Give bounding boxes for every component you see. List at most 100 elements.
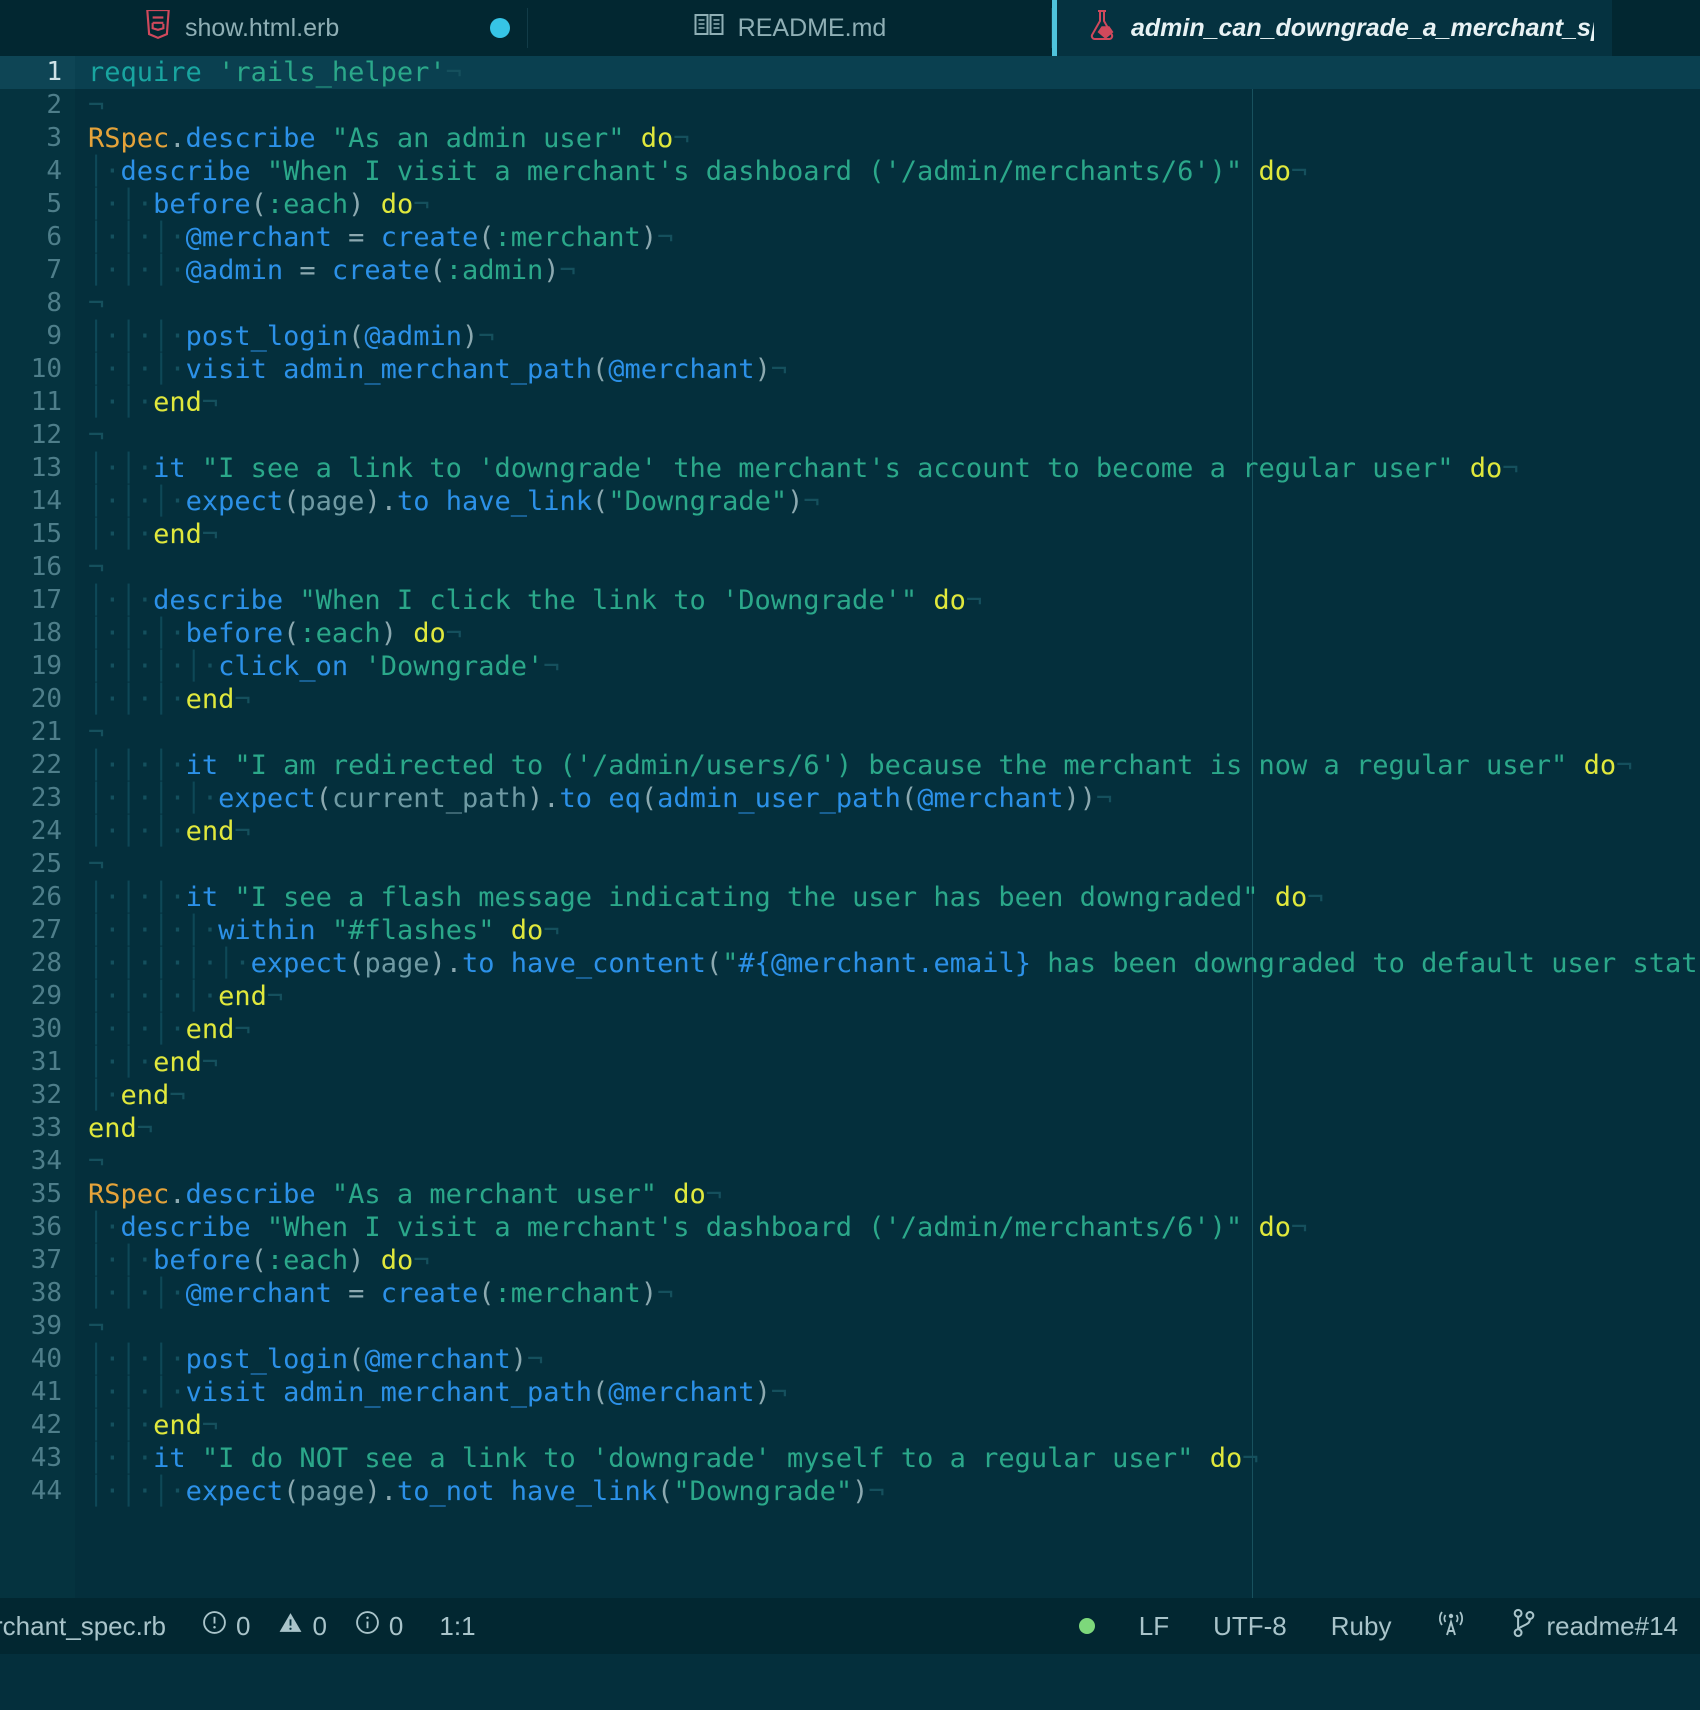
code-line[interactable]: 10 │·│·│·visit admin_merchant_path(@merch… [0,353,1700,386]
code-text: ¬ [88,849,105,880]
line-number: 26 [30,882,62,912]
code-line[interactable]: 35 RSpec.describe "As a merchant user" do… [0,1178,1700,1211]
code-line[interactable]: 36 │·describe "When I visit a merchant's … [0,1211,1700,1244]
code-line[interactable]: 12 ¬ [0,419,1700,452]
code-line[interactable]: 19 │·│·│·│·click_on 'Downgrade'¬ [0,650,1700,683]
line-number: 33 [30,1113,62,1143]
code-text: │·│·│·it "I am redirected to ('/admin/us… [88,750,1633,781]
code-line[interactable]: 8 ¬ [0,287,1700,320]
line-number: 42 [30,1410,62,1440]
code-line[interactable]: 26 │·│·│·it "I see a flash message indica… [0,881,1700,914]
code-line[interactable]: 34 ¬ [0,1145,1700,1178]
code-line[interactable]: 28 │·│·│·│·│·expect(page).to have_content… [0,947,1700,980]
status-git-branch[interactable]: readme#14 [1489,1608,1700,1645]
line-number: 4 [46,156,62,186]
code-line[interactable]: 33 end¬ [0,1112,1700,1145]
code-text: ¬ [88,1146,105,1177]
code-line[interactable]: 16 ¬ [0,551,1700,584]
code-content[interactable]: 1 require 'rails_helper'¬ 2 ¬ 3 RSpec.describ… [0,56,1700,1508]
line-number: 5 [46,189,62,219]
code-line[interactable]: 30 │·│·│·end¬ [0,1013,1700,1046]
code-text: ¬ [88,90,105,121]
code-text: end¬ [88,1113,154,1144]
code-line[interactable]: 15 │·│·end¬ [0,518,1700,551]
code-text: │·│·│·end¬ [88,684,251,715]
code-line[interactable]: 38 │·│·│·@merchant = create(:merchant)¬ [0,1277,1700,1310]
status-filename[interactable]: rchant_spec.rb [0,1611,188,1642]
code-line[interactable]: 18 │·│·│·before(:each) do¬ [0,617,1700,650]
code-line[interactable]: 5 │·│·before(:each) do¬ [0,188,1700,221]
code-line[interactable]: 24 │·│·│·end¬ [0,815,1700,848]
line-number: 24 [30,816,62,846]
code-line[interactable]: 25 ¬ [0,848,1700,881]
status-language[interactable]: Ruby [1309,1611,1414,1642]
code-text: │·│·│·│·end¬ [88,981,284,1012]
code-line[interactable]: 11 │·│·end¬ [0,386,1700,419]
status-warnings[interactable]: 0 [264,1610,340,1642]
line-number: 44 [30,1476,62,1506]
code-editor[interactable]: 1 require 'rails_helper'¬ 2 ¬ 3 RSpec.describ… [0,56,1700,1654]
code-line[interactable]: 3 RSpec.describe "As an admin user" do¬ [0,122,1700,155]
code-text: │·│·│·│·│·expect(page).to have_content("… [88,948,1700,979]
code-line[interactable]: 7 │·│·│·@admin = create(:admin)¬ [0,254,1700,287]
code-line[interactable]: 44 │·│·│·expect(page).to_not have_link("D… [0,1475,1700,1508]
code-line[interactable]: 41 │·│·│·visit admin_merchant_path(@merch… [0,1376,1700,1409]
code-line[interactable]: 39 ¬ [0,1310,1700,1343]
line-number: 36 [30,1212,62,1242]
line-number: 15 [30,519,62,549]
code-text: │·│·│·end¬ [88,816,251,847]
status-sync-indicator[interactable] [1057,1618,1117,1634]
code-line[interactable]: 14 │·│·│·expect(page).to have_link("Downg… [0,485,1700,518]
status-infos[interactable]: 0 [341,1610,417,1642]
tab-show-html-erb[interactable]: show.html.erb [0,0,528,56]
tab-readme-md[interactable]: README.md [528,0,1052,56]
line-number: 28 [30,948,62,978]
code-text: │·│·│·expect(page).to_not have_link("Dow… [88,1476,885,1507]
code-line[interactable]: 9 │·│·│·post_login(@admin)¬ [0,320,1700,353]
tab-admin-can-downgrade-spec[interactable]: admin_can_downgrade_a_merchant_sp… [1052,0,1612,56]
line-number: 31 [30,1047,62,1077]
code-text: │·describe "When I visit a merchant's da… [88,156,1308,187]
code-line[interactable]: 29 │·│·│·│·end¬ [0,980,1700,1013]
code-line[interactable]: 31 │·│·end¬ [0,1046,1700,1079]
line-number: 39 [30,1311,62,1341]
line-number: 8 [46,288,62,318]
code-line[interactable]: 6 │·│·│·@merchant = create(:merchant)¬ [0,221,1700,254]
code-line[interactable]: 22 │·│·│·it "I am redirected to ('/admin/… [0,749,1700,782]
code-line[interactable]: 42 │·│·end¬ [0,1409,1700,1442]
code-line[interactable]: 32 │·end¬ [0,1079,1700,1112]
code-line[interactable]: 17 │·│·describe "When I click the link to… [0,584,1700,617]
code-line[interactable]: 40 │·│·│·post_login(@merchant)¬ [0,1343,1700,1376]
code-text: ¬ [88,288,105,319]
status-errors[interactable]: 0 [188,1610,264,1642]
line-number: 27 [30,915,62,945]
line-number: 3 [46,123,62,153]
line-number: 19 [30,651,62,681]
tab-label: show.html.erb [185,13,340,42]
line-number: 10 [30,354,62,384]
line-number: 11 [30,387,62,417]
status-cursor-position[interactable]: 1:1 [417,1611,497,1642]
code-line[interactable]: 1 require 'rails_helper'¬ [0,56,1700,89]
code-line[interactable]: 4 │·describe "When I visit a merchant's d… [0,155,1700,188]
code-text: │·│·│·│·within "#flashes" do¬ [88,915,560,946]
error-count: 0 [235,1610,251,1641]
code-line[interactable]: 37 │·│·before(:each) do¬ [0,1244,1700,1277]
code-line[interactable]: 20 │·│·│·end¬ [0,683,1700,716]
status-spellcheck[interactable] [1413,1608,1489,1645]
line-number: 22 [30,750,62,780]
code-line[interactable]: 23 │·│·│·│·expect(current_path).to eq(adm… [0,782,1700,815]
code-line[interactable]: 21 ¬ [0,716,1700,749]
code-line[interactable]: 27 │·│·│·│·within "#flashes" do¬ [0,914,1700,947]
code-line[interactable]: 2 ¬ [0,89,1700,122]
unsaved-indicator-dot[interactable] [490,18,510,38]
code-line[interactable]: 43 │·│·it "I do NOT see a link to 'downgr… [0,1442,1700,1475]
code-text: │·end¬ [88,1080,186,1111]
status-encoding[interactable]: UTF-8 [1191,1611,1309,1642]
info-icon [355,1610,380,1642]
status-line-ending[interactable]: LF [1117,1611,1191,1642]
git-branch-icon [1511,1608,1537,1645]
line-number: 2 [46,90,62,120]
code-line[interactable]: 13 │·│·it "I see a link to 'downgrade' th… [0,452,1700,485]
line-number: 43 [30,1443,62,1473]
